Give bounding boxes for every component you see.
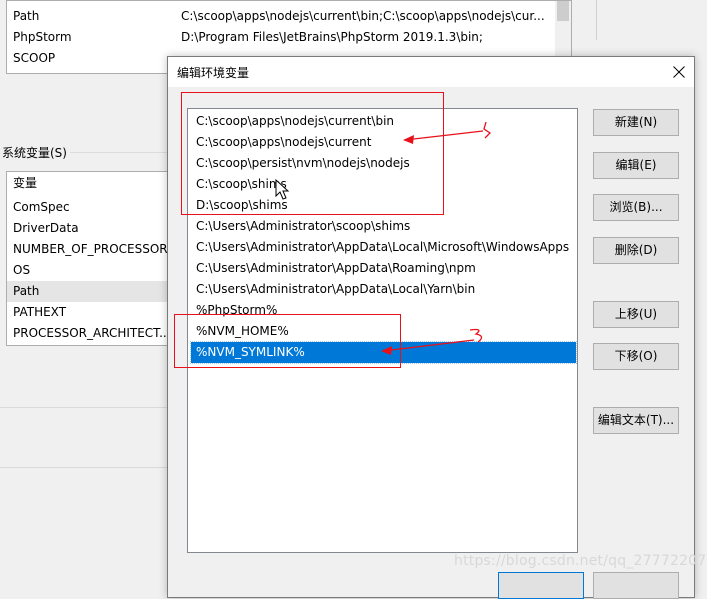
user-var-value: D:\Program Files\JetBrains\PhpStorm 2019… [181, 30, 483, 44]
system-variables-label: 系统变量(S) [2, 146, 67, 160]
browse-button[interactable]: 浏览(B)... [593, 194, 679, 221]
delete-button[interactable]: 删除(D) [593, 237, 679, 264]
close-icon [673, 66, 685, 78]
move-up-button[interactable]: 上移(U) [593, 301, 679, 328]
system-var-row[interactable]: DriverData [7, 218, 169, 239]
scrollbar-thumb[interactable] [557, 1, 569, 21]
path-entry[interactable]: C:\Users\Administrator\AppData\Local\Mic… [191, 237, 576, 258]
path-entry[interactable]: C:\Users\Administrator\AppData\Roaming\n… [191, 258, 576, 279]
system-var-row-path[interactable]: Path [7, 281, 169, 302]
close-button[interactable] [664, 57, 694, 87]
edit-button[interactable]: 编辑(E) [593, 152, 679, 179]
user-var-row[interactable]: Path C:\scoop\apps\nodejs\current\bin;C:… [7, 6, 555, 27]
system-list-header[interactable]: 变量 [7, 173, 169, 194]
system-var-row[interactable]: PROCESSOR_ARCHITECT... [7, 323, 169, 344]
path-entry[interactable]: C:\Users\Administrator\AppData\Local\Yar… [191, 279, 576, 300]
panel-divider [0, 467, 168, 468]
user-var-row[interactable]: PhpStorm D:\Program Files\JetBrains\PhpS… [7, 27, 555, 48]
group-divider [70, 152, 170, 153]
system-var-row[interactable]: NUMBER_OF_PROCESSORS [7, 239, 169, 260]
user-var-name: Path [13, 9, 40, 23]
edit-text-button[interactable]: 编辑文本(T)... [593, 407, 679, 434]
system-var-row[interactable]: PATHEXT [7, 302, 169, 323]
ok-button[interactable] [498, 572, 584, 599]
new-button[interactable]: 新建(N) [593, 109, 679, 136]
system-variables-list: 变量 ComSpec DriverData NUMBER_OF_PROCESSO… [6, 171, 170, 346]
dialog-title-bar[interactable]: 编辑环境变量 [168, 57, 694, 87]
system-var-row[interactable]: OS [7, 260, 169, 281]
annotation-box [174, 314, 401, 368]
dialog-title: 编辑环境变量 [177, 66, 250, 80]
path-entry[interactable]: C:\Users\Administrator\scoop\shims [191, 216, 576, 237]
annotation-box [181, 92, 444, 215]
system-var-row[interactable]: ComSpec [7, 197, 169, 218]
user-var-name: PhpStorm [13, 30, 72, 44]
panel-divider [0, 407, 168, 408]
window-edge [596, 0, 597, 40]
user-var-value: C:\scoop\apps\nodejs\current\bin;C:\scoo… [181, 9, 545, 23]
cancel-button[interactable] [593, 572, 679, 599]
move-down-button[interactable]: 下移(O) [593, 343, 679, 370]
user-var-name: SCOOP [13, 51, 56, 65]
watermark: https://blog.csdn.net/qq_27772207 [454, 553, 707, 569]
